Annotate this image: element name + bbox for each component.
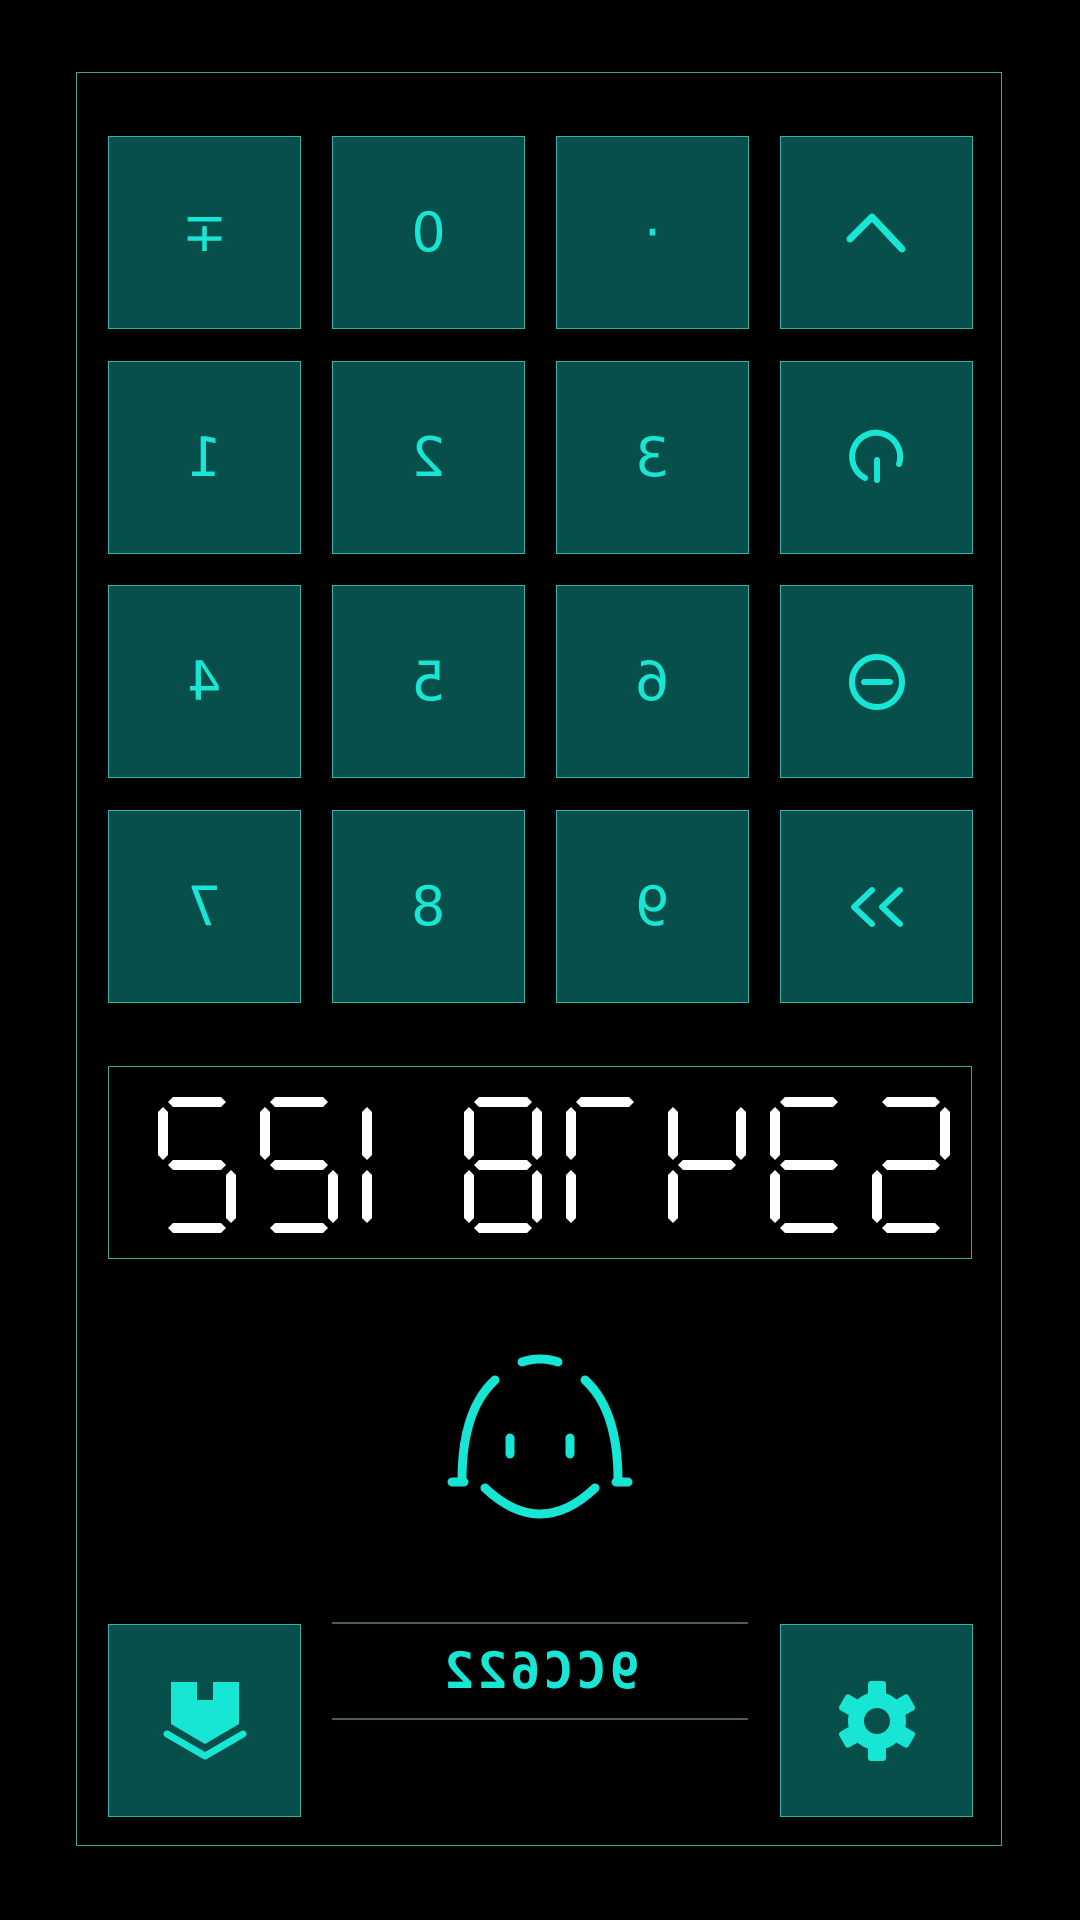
segment [566, 1170, 576, 1223]
key-label: 4 [187, 649, 222, 713]
display-digit [566, 1097, 634, 1223]
segment [566, 1107, 576, 1160]
key-label: 7 [187, 874, 222, 938]
segment [780, 1097, 838, 1107]
download-button[interactable] [108, 1624, 301, 1817]
digit-7-key[interactable]: 7 [108, 810, 301, 1003]
key-label: ∓ [181, 200, 228, 264]
segment [770, 1170, 780, 1223]
plus-minus-key[interactable]: ∓ [108, 136, 301, 329]
decimal-point-key[interactable]: · [556, 136, 749, 329]
key-label: 0 [411, 200, 446, 264]
minus-circle-icon [845, 650, 909, 714]
segment [464, 1107, 474, 1160]
download-tray-icon [163, 1681, 247, 1760]
segment [882, 1223, 940, 1233]
segment [678, 1160, 736, 1170]
digit-0-key[interactable]: 0 [332, 136, 525, 329]
segment [464, 1170, 474, 1223]
display-digits [158, 1097, 950, 1233]
digit-8-key[interactable]: 8 [332, 810, 525, 1003]
digit-3-key[interactable]: 3 [556, 361, 749, 554]
segment [328, 1170, 338, 1223]
segment [474, 1097, 532, 1107]
segment [940, 1107, 950, 1160]
segment [576, 1097, 634, 1107]
key-label: · [643, 200, 662, 264]
caret-up-key[interactable] [780, 136, 973, 329]
segment [270, 1223, 328, 1233]
digit-9-key[interactable]: 9 [556, 810, 749, 1003]
gear-icon [835, 1679, 919, 1763]
key-label: 5 [411, 649, 446, 713]
segment [532, 1107, 542, 1160]
display-digit [668, 1107, 746, 1223]
caret-up-icon [842, 203, 912, 263]
settings-button[interactable] [780, 1624, 973, 1817]
key-label: 9 [635, 874, 670, 938]
digit-2-key[interactable]: 2 [332, 361, 525, 554]
segment [474, 1160, 532, 1170]
segment [780, 1223, 838, 1233]
display-digit [464, 1097, 542, 1233]
device-id-label: 9CC622 [440, 1642, 640, 1700]
segment [770, 1107, 780, 1160]
key-label: 8 [411, 874, 446, 938]
segment [226, 1170, 236, 1223]
segment [168, 1097, 226, 1107]
smiley-face-icon [440, 1350, 640, 1530]
segment [882, 1160, 940, 1170]
double-chevron-left-icon [842, 882, 912, 932]
seven-segment-display [108, 1066, 972, 1259]
segment [780, 1160, 838, 1170]
display-digit [362, 1107, 372, 1223]
power-key[interactable] [780, 361, 973, 554]
double-chevron-left-key[interactable] [780, 810, 973, 1003]
segment [532, 1170, 542, 1223]
segment [168, 1160, 226, 1170]
segment [474, 1223, 532, 1233]
segment [872, 1170, 882, 1223]
display-digit [872, 1097, 950, 1233]
key-label: 6 [635, 649, 670, 713]
power-icon [845, 426, 909, 490]
digit-6-key[interactable]: 6 [556, 585, 749, 778]
digit-5-key[interactable]: 5 [332, 585, 525, 778]
digit-4-key[interactable]: 4 [108, 585, 301, 778]
segment [168, 1223, 226, 1233]
key-label: 1 [187, 425, 222, 489]
segment [668, 1170, 678, 1223]
key-label: 3 [635, 425, 670, 489]
segment [668, 1107, 678, 1160]
display-digit [770, 1097, 838, 1233]
segment [158, 1107, 168, 1160]
device-id-box: 9CC622 [332, 1622, 748, 1720]
segment [362, 1107, 372, 1160]
segment [882, 1097, 940, 1107]
digit-1-key[interactable]: 1 [108, 361, 301, 554]
key-label: 2 [411, 425, 446, 489]
minus-circle-key[interactable] [780, 585, 973, 778]
segment [736, 1107, 746, 1160]
segment [260, 1107, 270, 1160]
segment [362, 1170, 372, 1223]
display-digit [158, 1097, 236, 1233]
segment [270, 1097, 328, 1107]
display-digit [260, 1097, 338, 1233]
segment [270, 1160, 328, 1170]
